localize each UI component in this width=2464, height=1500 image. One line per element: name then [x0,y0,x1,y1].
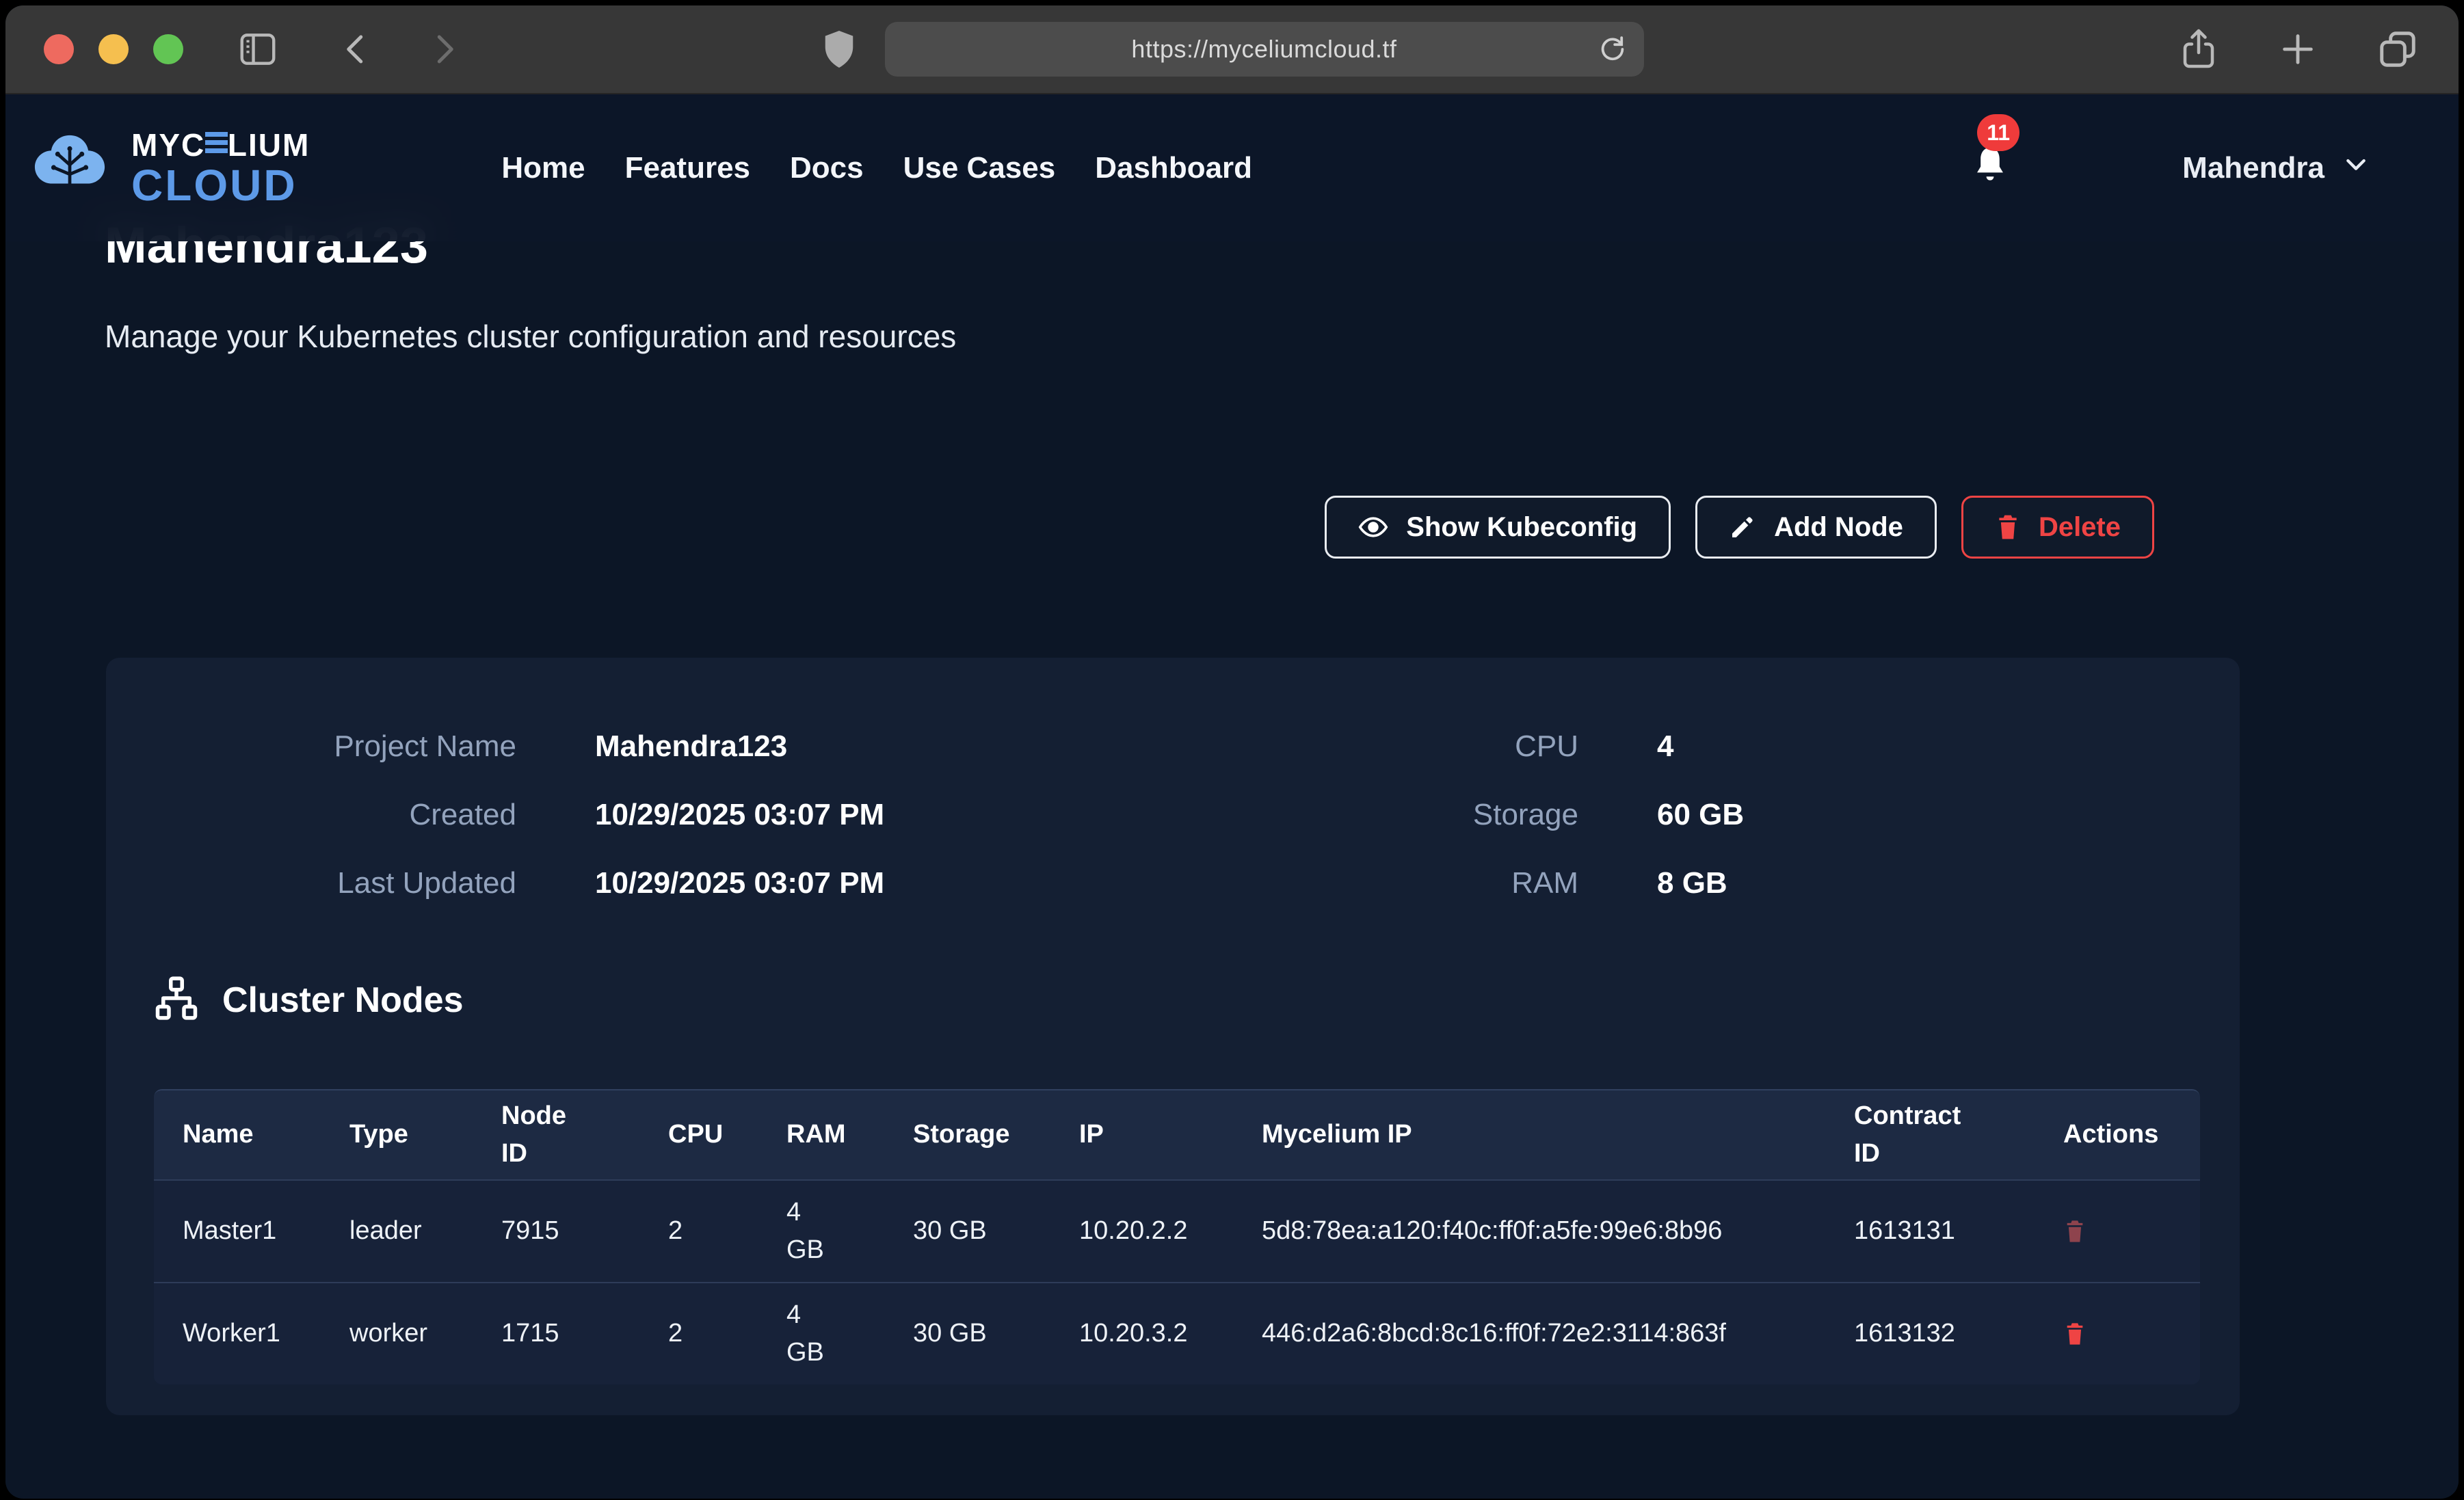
cell-storage: 30 GB [913,1315,1079,1352]
cell-ram: 4 GB [786,1296,913,1371]
notifications-button[interactable]: 11 [1969,144,2011,191]
col-storage: Storage [913,1116,1079,1153]
traffic-lights [44,34,183,64]
pencil-icon [1729,513,1756,541]
cluster-nodes-header: Cluster Nodes [154,976,2192,1024]
sidebar-toggle-icon[interactable] [237,28,279,70]
col-node-id: Node ID [501,1097,585,1173]
cell-type: leader [349,1212,501,1250]
col-cpu: CPU [668,1116,786,1153]
cluster-actions-toolbar: Show Kubeconfig Add Node [5,496,2459,559]
cell-ip: 10.20.2.2 [1079,1212,1262,1250]
cell-name: Worker1 [183,1315,349,1352]
ram-value: 8 GB [1657,849,2192,918]
cell-type: worker [349,1315,501,1352]
nav-item-use-cases[interactable]: Use Cases [903,151,1056,185]
cluster-details-card: Project Name Mahendra123 CPU 4 Created 1… [106,658,2240,1415]
nav-item-docs[interactable]: Docs [790,151,864,185]
new-tab-icon[interactable] [2278,29,2318,69]
cell-cpu: 2 [668,1315,786,1352]
col-name: Name [183,1116,349,1153]
cell-mycelium-ip: 446:d2a6:8bcd:8c16:ff0f:72e2:3114:863f [1262,1315,1809,1352]
nav-item-features[interactable]: Features [625,151,750,185]
cell-contract-id: 1613132 [1854,1315,2063,1352]
add-node-button[interactable]: Add Node [1695,496,1937,559]
trash-icon [2063,1218,2087,1245]
delete-node-button[interactable] [2063,1218,2087,1245]
nav-item-home[interactable]: Home [501,151,585,185]
created-label: Created [154,781,516,849]
reload-icon[interactable] [1596,33,1629,66]
created-value: 10/29/2025 03:07 PM [595,781,1115,849]
col-ip: IP [1079,1116,1262,1153]
add-node-label: Add Node [1774,512,1903,543]
cell-ip: 10.20.3.2 [1079,1315,1262,1352]
cell-ram: 4 GB [786,1194,913,1269]
page-subtitle: Manage your Kubernetes cluster configura… [105,317,2459,356]
logo-text: MYCELIUM CLOUD [131,129,310,207]
site-navbar: MYCELIUM CLOUD Home Features Docs Use Ca… [5,94,2459,241]
storage-value: 60 GB [1657,781,2192,849]
back-icon[interactable] [338,31,375,68]
delete-cluster-button[interactable]: Delete [1961,496,2154,559]
show-kubeconfig-label: Show Kubeconfig [1406,512,1637,543]
table-row: Worker1 worker 1715 2 4 GB 30 GB 10.20.3… [154,1282,2200,1384]
cell-node-id: 7915 [501,1212,668,1250]
table-row: Master1 leader 7915 2 4 GB 30 GB 10.20.2… [154,1179,2200,1282]
address-bar[interactable]: https://myceliumcloud.tf [885,22,1644,77]
bell-icon [1969,179,2011,191]
trash-icon [2063,1320,2087,1348]
safari-window: https://myceliumcloud.tf [5,5,2459,1499]
ram-label: RAM [1193,849,1578,918]
show-kubeconfig-button[interactable]: Show Kubeconfig [1325,496,1671,559]
notification-badge: 11 [1977,114,2019,151]
network-icon [154,976,199,1024]
browser-toolbar: https://myceliumcloud.tf [5,5,2459,94]
tab-overview-icon[interactable] [2376,28,2419,70]
zoom-window-button[interactable] [153,34,183,64]
cell-name: Master1 [183,1212,349,1250]
forward-icon[interactable] [425,31,462,68]
cluster-details-grid: Project Name Mahendra123 CPU 4 Created 1… [154,706,2192,918]
nav-item-dashboard[interactable]: Dashboard [1095,151,1252,185]
privacy-shield-icon[interactable] [821,29,858,70]
logo-cloud-icon [26,129,114,207]
delete-label: Delete [2039,512,2121,543]
col-mycelium-ip: Mycelium IP [1262,1116,1854,1153]
chevron-down-icon [2342,150,2370,185]
minimize-window-button[interactable] [98,34,129,64]
cell-node-id: 1715 [501,1315,668,1352]
cpu-value: 4 [1657,712,2192,781]
cluster-nodes-title: Cluster Nodes [222,980,464,1021]
cell-mycelium-ip: 5d8:78ea:a120:f40c:ff0f:a5fe:99e6:8b96 [1262,1212,1809,1250]
cell-storage: 30 GB [913,1212,1079,1250]
close-window-button[interactable] [44,34,74,64]
col-ram: RAM [786,1116,913,1153]
last-updated-value: 10/29/2025 03:07 PM [595,849,1115,918]
share-icon[interactable] [2178,27,2219,72]
user-menu[interactable]: Mahendra [2182,150,2370,185]
project-name-label: Project Name [154,712,516,781]
storage-label: Storage [1193,781,1578,849]
site-logo[interactable]: MYCELIUM CLOUD [26,129,310,207]
desktop: https://myceliumcloud.tf [0,0,2464,1500]
page-body: Mahendra123 Manage your Kubernetes clust… [5,94,2459,1497]
trash-icon [1995,513,2021,541]
cluster-nodes-table: Name Type Node ID CPU RAM Storage IP Myc… [154,1089,2200,1384]
cpu-label: CPU [1193,712,1578,781]
delete-node-button[interactable] [2063,1320,2087,1348]
user-name: Mahendra [2182,151,2324,185]
cell-cpu: 2 [668,1212,786,1250]
col-actions: Actions [2063,1116,2200,1153]
eye-icon [1358,512,1388,542]
last-updated-label: Last Updated [154,849,516,918]
table-header-row: Name Type Node ID CPU RAM Storage IP Myc… [154,1090,2200,1179]
project-name-value: Mahendra123 [595,712,1115,781]
nav-links: Home Features Docs Use Cases Dashboard [501,151,1252,185]
col-contract-id: Contract ID [1854,1097,1980,1173]
col-type: Type [349,1116,501,1153]
cell-contract-id: 1613131 [1854,1212,2063,1250]
url-text: https://myceliumcloud.tf [1131,35,1396,64]
